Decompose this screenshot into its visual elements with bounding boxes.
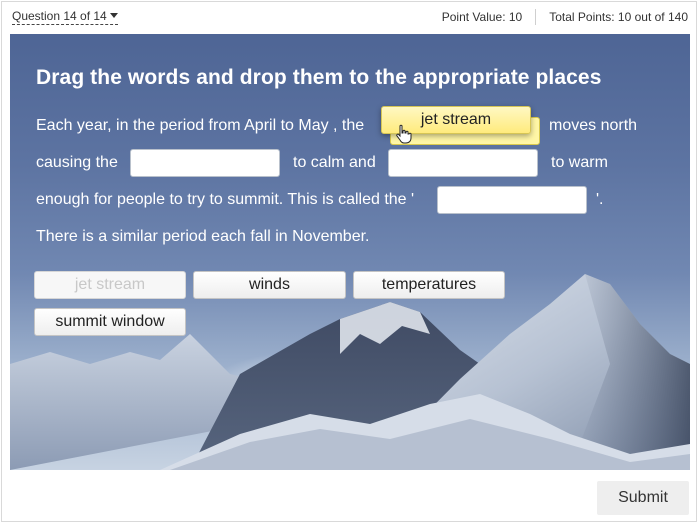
divider [535, 9, 537, 25]
hand-pointer-icon [396, 124, 412, 144]
drop-zone-4[interactable] [437, 186, 587, 214]
drop-zone-3[interactable] [388, 149, 538, 177]
question-selector-label: Question 14 of 14 [12, 9, 107, 23]
sentence-text: causing the [36, 154, 118, 171]
word-chip-temperatures[interactable]: temperatures [353, 271, 505, 299]
mountain-background-image [10, 274, 690, 470]
sentence-text: '. [596, 191, 604, 208]
total-points: Total Points: 10 out of 140 [549, 10, 688, 24]
word-chip-jet-stream: jet stream [34, 271, 186, 299]
question-title: Drag the words and drop them to the appr… [36, 66, 602, 89]
question-selector[interactable]: Question 14 of 14 [12, 9, 118, 25]
submit-button[interactable]: Submit [597, 481, 689, 515]
sentence-text: Each year, in the period from April to M… [36, 117, 365, 134]
question-panel: Drag the words and drop them to the appr… [10, 34, 690, 470]
sentence-text: enough for people to try to summit. This… [36, 191, 415, 208]
sentence-text: to calm and [293, 154, 376, 171]
caret-down-icon [109, 13, 118, 18]
points-summary: Point Value: 10 Total Points: 10 out of … [442, 9, 688, 25]
sentence-text: to warm [551, 154, 608, 171]
drop-zone-2[interactable] [130, 149, 280, 177]
sentence-text: There is a similar period each fall in N… [36, 228, 370, 245]
word-chip-summit-window[interactable]: summit window [34, 308, 186, 336]
sentence-text: moves north [549, 117, 638, 134]
point-value: Point Value: 10 [441, 10, 523, 24]
word-chip-winds[interactable]: winds [193, 271, 346, 299]
top-bar: Question 14 of 14 Point Value: 10 Total … [0, 0, 700, 34]
